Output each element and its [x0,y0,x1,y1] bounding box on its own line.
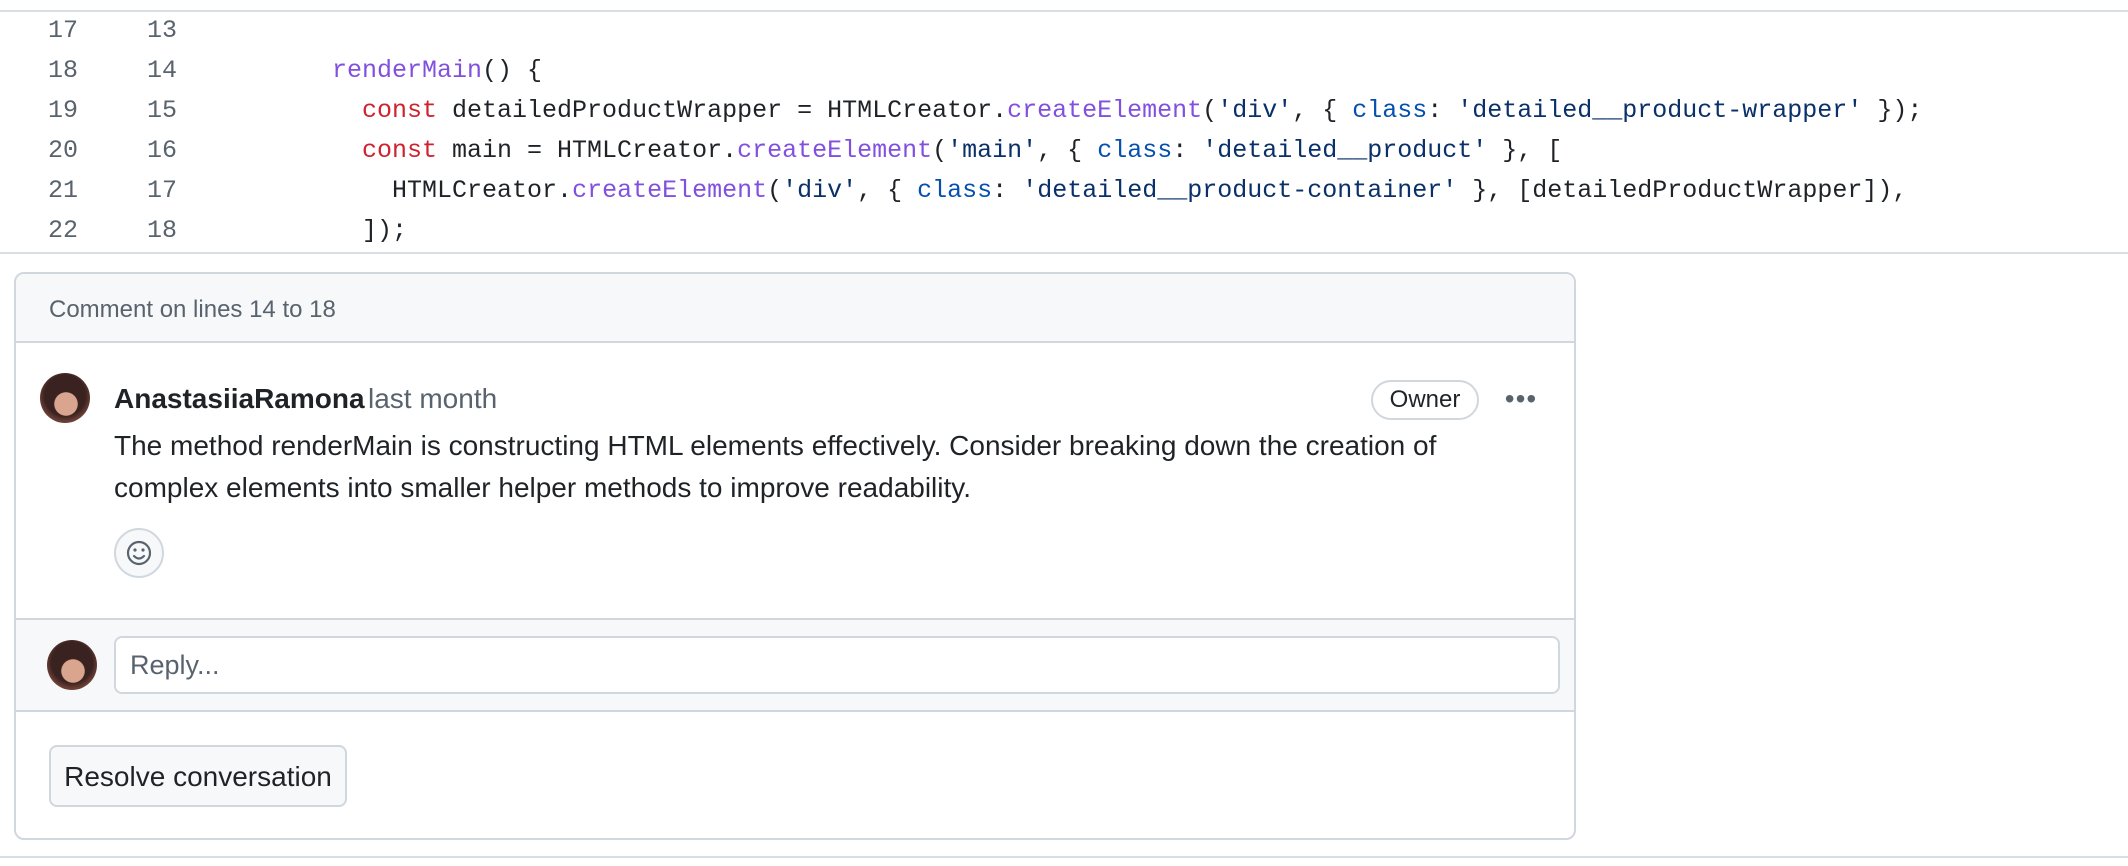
code-line: 20 16 const main = HTMLCreator.createElem… [0,132,2128,172]
owner-badge: Owner [1371,380,1479,420]
code-token: ( [767,176,783,205]
code-token: createElement [737,136,933,165]
code-token: createElement [1007,96,1203,125]
code-token: }, [detailedProductWrapper]), [1457,176,1908,205]
code-token: : [992,176,1023,205]
new-line-number[interactable]: 14 [117,56,177,85]
code-token: 'div' [1217,96,1293,125]
old-line-number[interactable]: 20 [18,136,78,165]
code-line: 17 13 [0,12,2128,52]
comment-timestamp[interactable]: last month [368,383,497,415]
code-token: 'detailed__product' [1202,136,1488,165]
code-token: 'detailed__product-container' [1022,176,1458,205]
code-text: HTMLCreator.createElement('div', { class… [272,176,1907,205]
code-text: renderMain() { [272,56,542,85]
code-token: class [917,176,993,205]
code-token: , { [857,176,918,205]
comment-options-button[interactable]: ••• [1496,379,1546,419]
code-text: ]); [272,216,407,245]
code-token: createElement [572,176,768,205]
code-token: ( [1202,96,1218,125]
resolve-conversation-button[interactable]: Resolve conversation [49,745,347,807]
code-line: 22 18 ]); [0,212,2128,252]
new-line-number[interactable]: 15 [117,96,177,125]
code-token: 'main' [947,136,1038,165]
review-thread: Comment on lines 14 to 18 AnastasiiaRamo… [14,272,1576,840]
new-line-number[interactable]: 13 [117,16,177,45]
code-token: class [1352,96,1428,125]
old-line-number[interactable]: 17 [18,16,78,45]
old-line-number[interactable]: 21 [18,176,78,205]
code-token: () { [482,56,543,85]
code-line: 18 14 renderMain() { [0,52,2128,92]
code-token: 'div' [782,176,858,205]
code-text: const main = HTMLCreator.createElement('… [272,136,1562,165]
code-token: 'detailed__product-wrapper' [1457,96,1863,125]
reply-area [16,618,1574,712]
code-token: : [1172,136,1203,165]
comment-body: The method renderMain is constructing HT… [114,430,1437,503]
current-user-avatar [47,640,97,690]
smiley-icon [126,540,152,566]
old-line-number[interactable]: 18 [18,56,78,85]
old-line-number[interactable]: 19 [18,96,78,125]
code-token: , { [1037,136,1098,165]
code-token: HTMLCreator. [272,176,573,205]
code-line: 19 15 const detailedProductWrapper = HTML… [0,92,2128,132]
comment-author[interactable]: AnastasiiaRamona [114,383,365,415]
old-line-number[interactable]: 22 [18,216,78,245]
code-token: , { [1292,96,1353,125]
new-line-number[interactable]: 16 [117,136,177,165]
add-reaction-button[interactable] [114,528,164,578]
code-token: renderMain [332,56,483,85]
new-line-number[interactable]: 18 [117,216,177,245]
diff-code-block: 17 13 18 14 renderMain() {19 15 const detail… [0,12,2128,254]
reply-input[interactable] [114,636,1560,694]
code-token: const [362,136,438,165]
code-token: detailedProductWrapper = HTMLCreator. [437,96,1008,125]
code-token: const [362,96,438,125]
code-token: : [1427,96,1458,125]
code-token: main = HTMLCreator. [437,136,738,165]
thread-title: Comment on lines 14 to 18 [49,296,336,323]
kebab-horizontal-icon: ••• [1504,383,1538,414]
code-token: ]); [272,216,408,245]
code-text: const detailedProductWrapper = HTMLCreat… [272,96,1922,125]
review-comment: AnastasiiaRamona last month Owner ••• Th… [16,343,1574,622]
diff-bottom-border [0,856,2128,858]
code-token: }, [ [1487,136,1563,165]
code-token: ( [932,136,948,165]
code-token: }); [1862,96,1923,125]
code-line: 21 17 HTMLCreator.createElement('div', { … [0,172,2128,212]
diff-top-border [0,0,2128,12]
code-token: class [1097,136,1173,165]
new-line-number[interactable]: 17 [117,176,177,205]
thread-header: Comment on lines 14 to 18 [16,274,1574,343]
author-avatar[interactable] [40,373,90,423]
